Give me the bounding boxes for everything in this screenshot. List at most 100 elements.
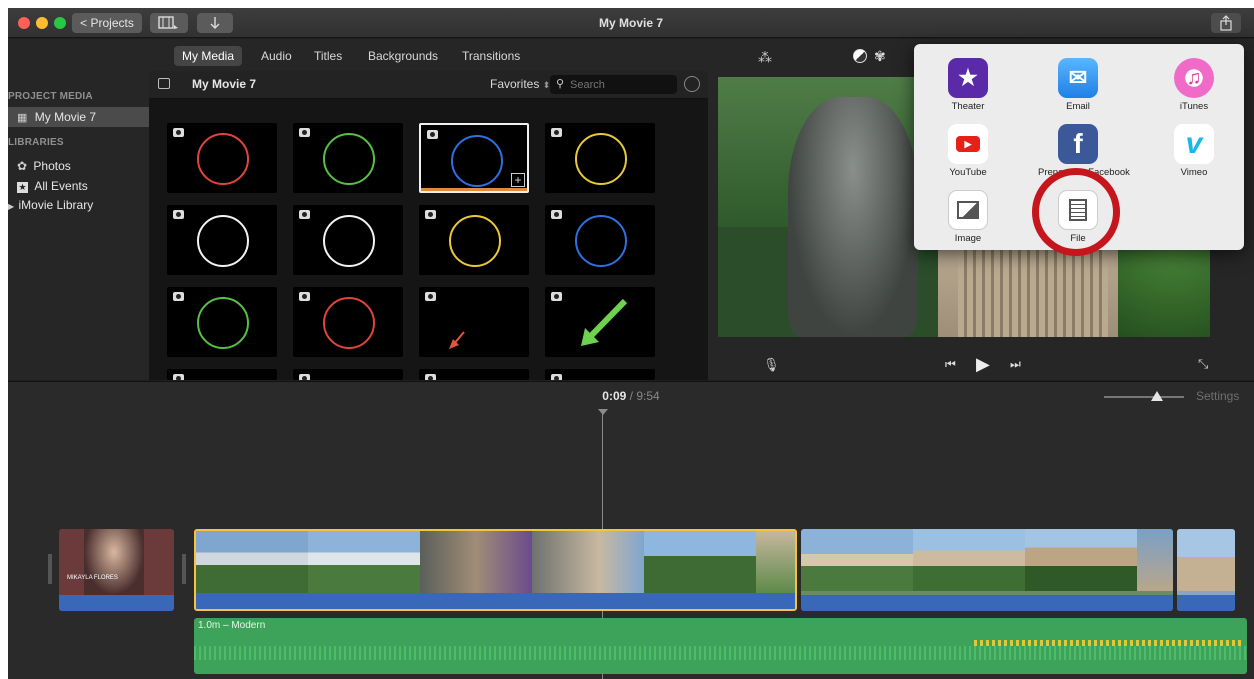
ring-graphic xyxy=(323,297,375,349)
settings-gear-icon[interactable] xyxy=(684,76,700,92)
title-bar: < Projects My Movie 7 xyxy=(8,8,1254,38)
media-thumbnail[interactable] xyxy=(545,369,655,380)
microphone-icon[interactable]: 🎙︎ xyxy=(763,357,780,373)
disclosure-triangle-icon: ▶ xyxy=(8,202,15,211)
media-thumbnail[interactable] xyxy=(167,369,277,380)
media-thumbnail[interactable] xyxy=(293,123,403,193)
camera-icon xyxy=(173,210,184,219)
magic-wand-icon[interactable]: ⁂ xyxy=(758,49,772,66)
skip-forward-icon[interactable]: ⏭︎ xyxy=(1010,357,1021,372)
share-label: iTunes xyxy=(1179,101,1209,112)
audio-track-label: 1.0m – Modern xyxy=(198,620,266,631)
libraries-header: LIBRARIES xyxy=(8,137,64,148)
sidebar-item-label: iMovie Library xyxy=(18,198,94,212)
image-icon xyxy=(948,190,988,230)
media-thumbnail[interactable] xyxy=(419,369,529,380)
sidebar-item-label: All Events xyxy=(34,179,88,193)
zoom-slider-knob[interactable] xyxy=(1151,391,1163,401)
camera-icon xyxy=(173,292,184,301)
timeline: 0:09 / 9:54 Settings MIKAYLA FLORES 1.0m… xyxy=(8,381,1254,679)
media-thumbnail[interactable] xyxy=(293,369,403,380)
sidebar-item-my-movie[interactable]: ▦ My Movie 7 xyxy=(8,107,149,127)
share-youtube-button[interactable]: ▶ YouTube xyxy=(928,124,1008,178)
clapper-icon: ▦ xyxy=(17,112,28,124)
favorites-filter[interactable]: Favorites ⬍ xyxy=(490,77,550,91)
share-button[interactable] xyxy=(1211,13,1241,33)
ring-graphic xyxy=(323,133,375,185)
sidebar-item-photos[interactable]: ✿ Photos xyxy=(17,156,71,176)
search-field[interactable]: ⚲ xyxy=(550,75,677,94)
media-thumbnail[interactable] xyxy=(167,287,277,357)
ring-graphic xyxy=(575,133,627,185)
sidebar-item-imovie-library[interactable]: ▶ iMovie Library xyxy=(8,195,93,215)
vimeo-icon: v xyxy=(1174,124,1214,164)
clip-trim-handle[interactable] xyxy=(48,554,52,584)
media-thumbnail[interactable] xyxy=(545,287,655,357)
imovie-window: < Projects My Movie 7 My Media Audio Tit… xyxy=(8,8,1254,679)
media-thumbnail[interactable] xyxy=(419,205,529,275)
current-time: 0:09 xyxy=(602,389,627,403)
share-icon xyxy=(1220,15,1232,31)
audio-waveform xyxy=(194,646,1247,660)
sidebar-item-label: Photos xyxy=(33,159,71,173)
share-label: Vimeo xyxy=(1180,167,1208,178)
color-palette-icon[interactable]: ✾ xyxy=(874,48,886,65)
share-itunes-button[interactable]: ♫ iTunes xyxy=(1154,58,1234,112)
background-music-track[interactable]: 1.0m – Modern xyxy=(194,618,1247,674)
statue-image xyxy=(788,97,918,337)
video-clip[interactable] xyxy=(801,529,1173,611)
email-icon: ✉ xyxy=(1058,58,1098,98)
selected-video-clip[interactable] xyxy=(194,529,797,611)
media-thumbnail[interactable] xyxy=(545,205,655,275)
clip-trim-handle[interactable] xyxy=(182,554,186,584)
camera-icon xyxy=(551,128,562,137)
timecode: 0:09 / 9:54 xyxy=(602,389,660,403)
color-balance-icon[interactable] xyxy=(853,49,867,63)
media-browser: My Movie 7 Favorites ⬍ ⚲ + xyxy=(149,71,708,380)
tab-audio[interactable]: Audio xyxy=(253,46,300,66)
title-clip[interactable]: MIKAYLA FLORES xyxy=(59,529,174,611)
skip-back-icon[interactable]: ⏮︎ xyxy=(945,357,956,372)
ring-graphic xyxy=(449,215,501,267)
video-clip[interactable] xyxy=(1177,529,1235,611)
share-vimeo-button[interactable]: v Vimeo xyxy=(1154,124,1234,178)
media-thumbnail[interactable] xyxy=(419,287,529,357)
ring-graphic xyxy=(323,215,375,267)
share-popover: ★ Theater ✉ Email ♫ iTunes ▶ YouTube f P… xyxy=(914,44,1244,256)
zoom-slider[interactable] xyxy=(1104,396,1184,398)
play-icon[interactable]: ▶ xyxy=(976,354,990,375)
title-clip-text: MIKAYLA FLORES xyxy=(67,575,118,581)
tab-transitions[interactable]: Transitions xyxy=(454,46,528,66)
ring-graphic xyxy=(451,135,503,187)
media-thumbnail[interactable] xyxy=(167,123,277,193)
share-theater-button[interactable]: ★ Theater xyxy=(928,58,1008,112)
search-icon: ⚲ xyxy=(556,78,565,90)
sidebar-item-all-events[interactable]: ★ All Events xyxy=(17,176,88,196)
share-image-button[interactable]: Image xyxy=(928,190,1008,244)
project-media-header: PROJECT MEDIA xyxy=(8,91,93,102)
settings-link[interactable]: Settings xyxy=(1196,389,1239,403)
highlight-circle xyxy=(1032,168,1120,256)
media-thumbnail[interactable] xyxy=(293,205,403,275)
tab-backgrounds[interactable]: Backgrounds xyxy=(360,46,446,66)
tab-my-media[interactable]: My Media xyxy=(174,46,243,66)
ring-graphic xyxy=(197,215,249,267)
share-email-button[interactable]: ✉ Email xyxy=(1038,58,1118,112)
media-thumbnail[interactable]: + xyxy=(419,123,529,193)
search-input[interactable] xyxy=(570,77,670,92)
fullscreen-icon[interactable]: ⤡ xyxy=(1198,356,1208,372)
media-thumbnail[interactable] xyxy=(167,205,277,275)
camera-icon xyxy=(299,374,310,380)
browser-tab-bar: My Media Audio Titles Backgrounds Transi… xyxy=(8,39,708,71)
media-thumbnail[interactable] xyxy=(293,287,403,357)
add-to-project-icon[interactable]: + xyxy=(511,173,525,187)
sidebar-toggle-icon[interactable] xyxy=(158,78,170,89)
media-thumbnail[interactable] xyxy=(545,123,655,193)
window-title: My Movie 7 xyxy=(598,16,664,30)
theater-icon: ★ xyxy=(948,58,988,98)
arrow-graphic xyxy=(449,331,465,349)
camera-icon xyxy=(427,130,438,139)
sidebar-item-label: My Movie 7 xyxy=(34,110,97,124)
camera-icon xyxy=(173,128,184,137)
tab-titles[interactable]: Titles xyxy=(306,46,350,66)
